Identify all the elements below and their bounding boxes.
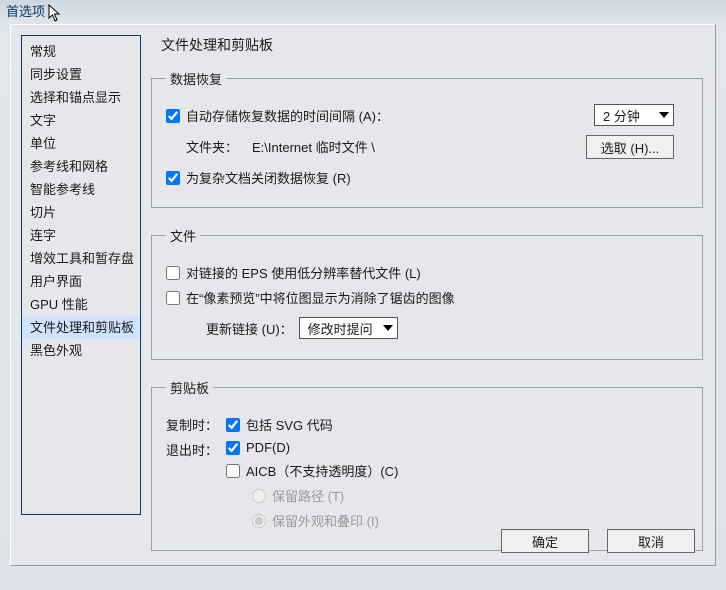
choose-folder-button[interactable]: 选取 (H)... — [586, 135, 674, 159]
checkbox-include-svg[interactable]: 包括 SVG 代码 — [226, 415, 333, 434]
select-recovery-interval-value: 2 分钟 — [603, 106, 640, 125]
sidebar-item-guides[interactable]: 参考线和网格 — [22, 155, 140, 178]
cancel-button[interactable]: 取消 — [607, 529, 695, 553]
checkbox-disable-complex-input[interactable] — [166, 171, 180, 185]
checkbox-include-svg-label: 包括 SVG 代码 — [246, 415, 333, 434]
folder-path-text: E:\Internet 临时文件 \ — [252, 137, 375, 156]
sidebar-item-black[interactable]: 黑色外观 — [22, 339, 140, 362]
select-update-links[interactable]: 修改时提问 — [299, 317, 398, 339]
checkbox-low-res-eps-input[interactable] — [166, 266, 180, 280]
checkbox-disable-complex-label: 为复杂文档关闭数据恢复 (R) — [186, 168, 351, 187]
sidebar-item-ui[interactable]: 用户界面 — [22, 270, 140, 293]
update-links-label: 更新链接 (U)： — [206, 319, 293, 338]
checkbox-pdf-input[interactable] — [226, 441, 240, 455]
sidebar-item-units[interactable]: 单位 — [22, 132, 140, 155]
group-data-recovery: 数据恢复 自动存储恢复数据的时间间隔 (A)： 2 分钟 文件夹： E:\Int… — [151, 69, 703, 208]
on-quit-label: 退出时： — [166, 440, 218, 459]
content-area: 文件处理和剪贴板 数据恢复 自动存储恢复数据的时间间隔 (A)： 2 分钟 文件… — [151, 35, 703, 515]
sidebar-item-smart-guides[interactable]: 智能参考线 — [22, 178, 140, 201]
sidebar-item-gpu[interactable]: GPU 性能 — [22, 293, 140, 316]
checkbox-low-res-eps[interactable]: 对链接的 EPS 使用低分辨率替代文件 (L) — [166, 263, 421, 282]
checkbox-low-res-eps-label: 对链接的 EPS 使用低分辨率替代文件 (L) — [186, 263, 421, 282]
on-copy-label: 复制时： — [166, 415, 218, 434]
chevron-down-icon — [383, 325, 393, 331]
page-title: 文件处理和剪贴板 — [151, 35, 703, 55]
sidebar-item-type[interactable]: 文字 — [22, 109, 140, 132]
radio-preserve-paths: 保留路径 (T) — [252, 486, 398, 505]
mouse-cursor-icon — [48, 4, 64, 24]
checkbox-pixel-preview-aa-label: 在“像素预览”中将位图显示为消除了锯齿的图像 — [186, 288, 455, 307]
sidebar-item-hyphenation[interactable]: 连字 — [22, 224, 140, 247]
checkbox-pixel-preview-aa[interactable]: 在“像素预览”中将位图显示为消除了锯齿的图像 — [166, 288, 455, 307]
radio-preserve-paths-label: 保留路径 (T) — [272, 486, 344, 505]
checkbox-include-svg-input[interactable] — [226, 418, 240, 432]
dialog-button-row: 确定 取消 — [501, 529, 695, 553]
checkbox-pdf[interactable]: PDF(D) — [226, 440, 398, 455]
sidebar-item-slices[interactable]: 切片 — [22, 201, 140, 224]
group-legend-files: 文件 — [166, 226, 200, 245]
group-files: 文件 对链接的 EPS 使用低分辨率替代文件 (L) 在“像素预览”中将位图显示… — [151, 226, 703, 360]
sidebar-item-selection[interactable]: 选择和锚点显示 — [22, 86, 140, 109]
checkbox-disable-complex[interactable]: 为复杂文档关闭数据恢复 (R) — [166, 168, 351, 187]
checkbox-pdf-label: PDF(D) — [246, 440, 290, 455]
checkbox-aicb[interactable]: AICB（不支持透明度）(C) — [226, 461, 398, 480]
radio-preserve-appearance-label: 保留外观和叠印 (I) — [272, 511, 379, 530]
checkbox-pixel-preview-aa-input[interactable] — [166, 291, 180, 305]
checkbox-auto-save-recovery-input[interactable] — [166, 109, 180, 123]
group-legend-recovery: 数据恢复 — [166, 69, 226, 88]
select-recovery-interval[interactable]: 2 分钟 — [594, 104, 674, 126]
sidebar-item-file-clipboard[interactable]: 文件处理和剪贴板 — [22, 316, 140, 339]
sidebar-item-general[interactable]: 常规 — [22, 40, 140, 63]
group-legend-clipboard: 剪贴板 — [166, 378, 213, 397]
sidebar-item-sync[interactable]: 同步设置 — [22, 63, 140, 86]
sidebar-item-plugins[interactable]: 增效工具和暂存盘 — [22, 247, 140, 270]
checkbox-aicb-input[interactable] — [226, 464, 240, 478]
window-titlebar: 首选项 — [0, 0, 726, 20]
checkbox-auto-save-recovery-label: 自动存储恢复数据的时间间隔 (A)： — [186, 106, 389, 125]
radio-preserve-appearance-input — [252, 514, 266, 528]
folder-label: 文件夹： — [186, 137, 238, 156]
radio-preserve-paths-input — [252, 489, 266, 503]
select-update-links-value: 修改时提问 — [308, 319, 373, 338]
category-sidebar: 常规 同步设置 选择和锚点显示 文字 单位 参考线和网格 智能参考线 切片 连字… — [21, 35, 141, 515]
preferences-panel: 常规 同步设置 选择和锚点显示 文字 单位 参考线和网格 智能参考线 切片 连字… — [10, 24, 716, 566]
window-title: 首选项 — [6, 4, 45, 19]
radio-preserve-appearance: 保留外观和叠印 (I) — [252, 511, 398, 530]
group-clipboard: 剪贴板 复制时： 包括 SVG 代码 退出时： PDF(D) — [151, 378, 703, 551]
ok-button[interactable]: 确定 — [501, 529, 589, 553]
checkbox-auto-save-recovery[interactable]: 自动存储恢复数据的时间间隔 (A)： — [166, 106, 389, 125]
checkbox-aicb-label: AICB（不支持透明度）(C) — [246, 461, 398, 480]
chevron-down-icon — [659, 112, 669, 118]
